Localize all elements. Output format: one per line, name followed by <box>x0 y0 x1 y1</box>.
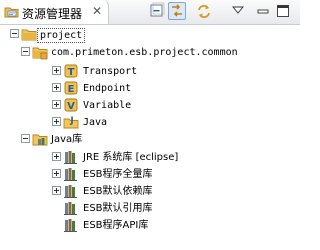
tree-node-library[interactable]: JRE 系统库 [eclipse] <box>0 149 300 166</box>
expand-toggle[interactable] <box>52 152 61 161</box>
expand-toggle[interactable] <box>52 100 61 109</box>
tree-node-java-lib[interactable]: Java库 <box>0 131 300 148</box>
java-folder-icon: J <box>63 114 79 130</box>
tree-node-label: Transport <box>83 66 138 77</box>
tree-node-label: ESB程序API库 <box>83 220 149 231</box>
tree-node-transport[interactable]: T Transport <box>0 63 300 80</box>
expand-toggle[interactable] <box>52 186 61 195</box>
tree-node-label: ESB默认引用库 <box>83 203 153 214</box>
expand-toggle[interactable] <box>52 66 61 75</box>
collapse-toggle[interactable] <box>21 47 30 56</box>
collapse-toggle[interactable] <box>10 29 19 38</box>
tree-node-library[interactable]: ESB默认引用库 <box>0 200 300 217</box>
svg-text:V: V <box>67 101 75 112</box>
explorer-icon <box>4 4 20 23</box>
tree-node-java[interactable]: J Java <box>0 114 300 131</box>
tree-node-label: Variable <box>83 100 132 111</box>
expand-toggle[interactable] <box>52 117 61 126</box>
minimize-icon[interactable] <box>256 4 270 18</box>
link-with-editor-icon[interactable] <box>168 2 186 20</box>
library-books-icon <box>63 200 79 216</box>
tree-node-endpoint[interactable]: E Endpoint <box>0 80 300 97</box>
tree-node-library[interactable]: ESB默认依赖库 <box>0 183 300 200</box>
tree-node-package[interactable]: com.primeton.esb.project.common <box>0 44 300 61</box>
expand-toggle[interactable] <box>52 169 61 178</box>
variable-icon: V <box>63 97 79 113</box>
tree-node-variable[interactable]: V Variable <box>0 97 300 114</box>
tree-node-label: com.primeton.esb.project.common <box>51 47 238 58</box>
explorer-tab-title: 资源管理器 <box>22 7 83 21</box>
project-folder-icon <box>21 26 37 42</box>
library-icon <box>32 131 48 147</box>
sync-icon[interactable] <box>195 2 213 20</box>
tree-node-label: ESB默认依赖库 <box>83 186 153 197</box>
package-folder-icon <box>32 44 48 60</box>
explorer-tab[interactable]: 资源管理器 ✕ <box>0 0 109 24</box>
explorer-tree: project com.primeton.esb.project.common … <box>0 25 300 250</box>
tree-node-label: ESB程序全量库 <box>83 169 153 180</box>
close-icon[interactable]: ✕ <box>92 4 102 18</box>
tree-node-label: Endpoint <box>83 83 132 94</box>
expand-toggle[interactable] <box>52 83 61 92</box>
tree-node-project[interactable]: project <box>0 26 300 43</box>
tree-node-label: Java库 <box>51 134 83 145</box>
transport-icon: T <box>63 63 79 79</box>
tree-node-library[interactable]: ESB程序全量库 <box>0 166 300 183</box>
library-books-icon <box>63 217 79 233</box>
tree-node-library[interactable]: ESB程序API库 <box>0 217 300 234</box>
library-books-icon <box>63 166 79 182</box>
tree-node-label: project <box>37 28 86 43</box>
library-books-icon <box>63 183 79 199</box>
tree-node-label: JRE 系统库 [eclipse] <box>83 152 179 163</box>
collapse-toggle[interactable] <box>21 134 30 143</box>
view-header: 资源管理器 ✕ <box>0 0 300 24</box>
endpoint-icon: E <box>63 80 79 96</box>
library-books-icon <box>63 149 79 165</box>
svg-text:T: T <box>68 67 75 78</box>
maximize-icon[interactable] <box>276 4 290 18</box>
view-menu-icon[interactable] <box>232 4 244 16</box>
svg-text:J: J <box>69 116 73 126</box>
collapse-all-icon[interactable] <box>148 2 166 20</box>
svg-text:E: E <box>68 84 75 95</box>
tree-node-label: Java <box>83 117 108 128</box>
